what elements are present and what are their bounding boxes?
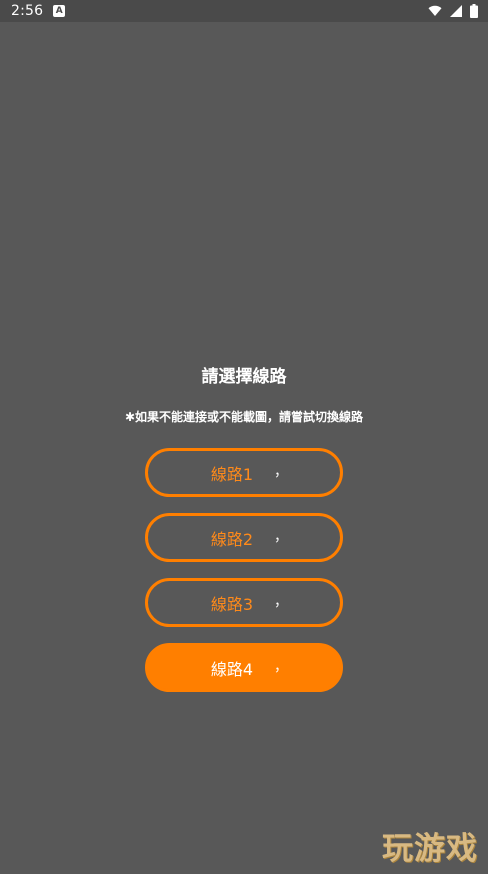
route-suffix: ， (274, 529, 288, 545)
dialog-title: 請選擇線路 (201, 367, 287, 387)
route-label: 線路3 (210, 594, 254, 614)
route-label: 線路2 (210, 529, 254, 549)
route-suffix: ， (274, 464, 288, 480)
watermark-logo: 玩游戏 (382, 831, 478, 867)
route-1-button[interactable]: 線路1 ， (145, 448, 343, 497)
signal-icon (450, 5, 462, 17)
status-bar: 2:56 A (0, 0, 488, 22)
route-label: 線路4 (210, 659, 254, 679)
route-suffix: ， (274, 594, 288, 610)
status-right (428, 4, 478, 18)
status-left: 2:56 A (11, 3, 66, 19)
app-screen: 2:56 A 請選擇線路 ✱如果不能連接或不能載圖，請嘗試切換線路 線路1 ， (0, 0, 488, 874)
route-selection-dialog: 請選擇線路 ✱如果不能連接或不能載圖，請嘗試切換線路 線路1 ， 線路2 ， 線… (0, 360, 488, 692)
route-label: 線路1 (210, 464, 254, 484)
status-time: 2:56 (11, 3, 44, 19)
route-4-button[interactable]: 線路4 ， (145, 643, 343, 692)
route-suffix: ， (274, 659, 288, 675)
route-2-button[interactable]: 線路2 ， (145, 513, 343, 562)
app-notification-icon: A (53, 5, 66, 17)
route-3-button[interactable]: 線路3 ， (145, 578, 343, 627)
battery-icon (470, 4, 478, 18)
dialog-hint: ✱如果不能連接或不能載圖，請嘗試切換線路 (124, 410, 364, 424)
wifi-icon (428, 5, 442, 17)
route-list: 線路1 ， 線路2 ， 線路3 ， 線路4 ， (145, 448, 343, 692)
